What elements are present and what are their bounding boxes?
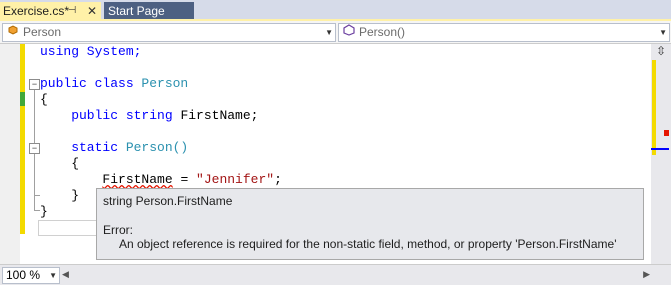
member-dropdown[interactable]: Person() ▼ bbox=[338, 23, 670, 42]
code-line: static Person() bbox=[40, 140, 189, 155]
scroll-right-icon[interactable]: ▶ bbox=[643, 269, 650, 280]
close-icon[interactable]: ✕ bbox=[85, 2, 99, 20]
error-tooltip: string Person.FirstName Error: An object… bbox=[96, 188, 644, 260]
editor-gutter bbox=[0, 44, 20, 264]
code-line: public string FirstName; bbox=[40, 108, 259, 123]
editor-bottom-bar: 100 % ▼ ◀ ▶ bbox=[0, 264, 671, 285]
class-icon bbox=[6, 24, 20, 41]
code-editor[interactable]: − − using System; public class Person { … bbox=[0, 44, 651, 264]
type-dropdown[interactable]: Person ▼ bbox=[2, 23, 336, 42]
scroll-change-marker bbox=[652, 60, 656, 155]
tab-label: Exercise.cs* bbox=[3, 4, 70, 18]
vertical-scrollbar[interactable]: ⇳ bbox=[651, 44, 671, 264]
chevron-down-icon: ▼ bbox=[325, 28, 333, 37]
tooltip-error-label: Error: bbox=[103, 223, 133, 237]
tab-label: Start Page bbox=[108, 4, 165, 18]
chevron-down-icon: ▼ bbox=[49, 271, 57, 280]
split-window-icon[interactable]: ⇳ bbox=[654, 44, 668, 58]
zoom-dropdown[interactable]: 100 % ▼ bbox=[2, 267, 60, 284]
member-dropdown-value: Person() bbox=[359, 25, 406, 39]
saved-change-indicator bbox=[20, 92, 25, 106]
change-indicator-bar bbox=[20, 44, 25, 234]
navigation-bar: Person ▼ Person() ▼ bbox=[0, 21, 671, 44]
scroll-caret-marker bbox=[651, 148, 669, 150]
tooltip-signature: string Person.FirstName bbox=[103, 194, 233, 208]
error-squiggle: FirstName bbox=[102, 172, 173, 187]
code-line: { bbox=[40, 156, 80, 171]
zoom-value: 100 % bbox=[6, 268, 41, 282]
code-line: FirstName = "Jennifer"; bbox=[102, 172, 282, 187]
scroll-error-marker bbox=[664, 130, 669, 136]
tab-start-page[interactable]: Start Page bbox=[104, 2, 194, 20]
method-icon bbox=[342, 24, 356, 41]
code-line: using System; bbox=[40, 44, 142, 59]
collapse-method-toggle[interactable]: − bbox=[29, 143, 40, 154]
type-dropdown-value: Person bbox=[23, 25, 62, 39]
chevron-down-icon: ▼ bbox=[659, 28, 667, 37]
code-line: public class Person bbox=[40, 76, 189, 91]
code-line: { bbox=[40, 92, 48, 107]
document-tab-strip: Exercise.cs* ⊣ ✕ Start Page bbox=[0, 0, 671, 21]
collapse-class-toggle[interactable]: − bbox=[29, 79, 40, 90]
pin-icon[interactable]: ⊣ bbox=[65, 2, 79, 20]
code-line: } bbox=[40, 204, 48, 219]
scroll-left-icon[interactable]: ◀ bbox=[62, 269, 69, 280]
tooltip-error-message: An object reference is required for the … bbox=[119, 237, 617, 251]
tab-exercise-cs[interactable]: Exercise.cs* ⊣ ✕ bbox=[0, 2, 101, 20]
code-line: } bbox=[40, 188, 80, 203]
horizontal-scrollbar[interactable]: ◀ ▶ bbox=[62, 269, 650, 281]
